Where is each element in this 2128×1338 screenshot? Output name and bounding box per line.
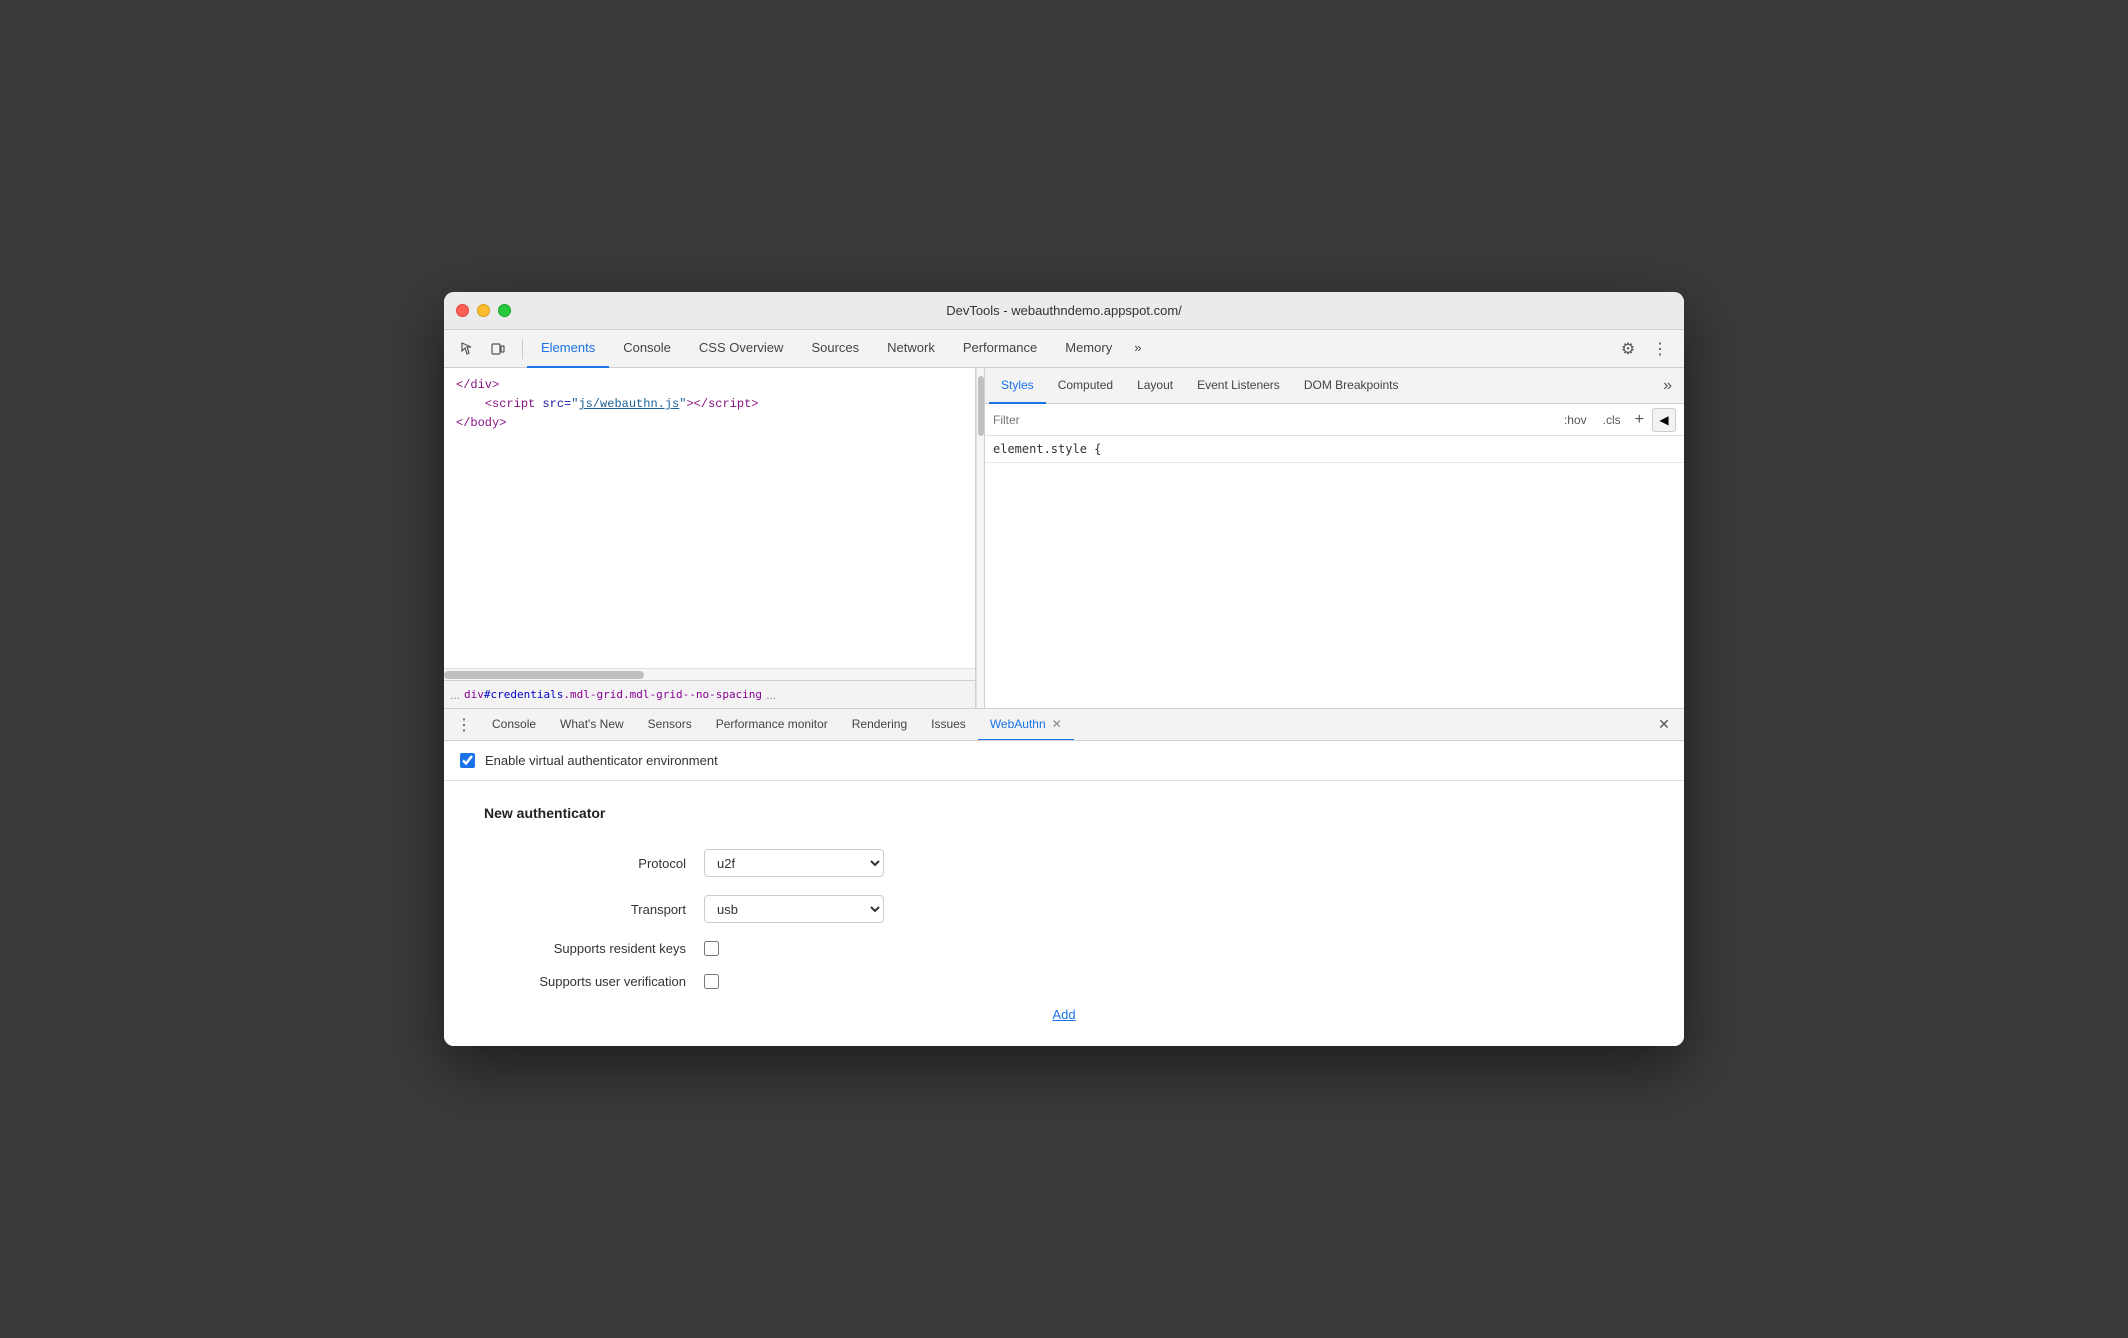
toolbar-right: ⚙ ⋮ xyxy=(1614,335,1680,363)
hov-button[interactable]: :hov xyxy=(1558,411,1593,429)
transport-row: Transport usb nfc ble internal xyxy=(484,895,1644,923)
devtools-window: DevTools - webauthndemo.appspot.com/ Ele… xyxy=(444,292,1684,1046)
drawer-tab-webauthn[interactable]: WebAuthn ✕ xyxy=(978,709,1074,741)
webauthn-panel: Enable virtual authenticator environment… xyxy=(444,741,1684,1046)
filter-actions: :hov .cls + ◀ xyxy=(1558,408,1676,432)
drawer-tab-sensors[interactable]: Sensors xyxy=(636,709,704,741)
right-panel-more-icon[interactable]: » xyxy=(1655,377,1680,395)
tab-layout[interactable]: Layout xyxy=(1125,368,1185,404)
drawer-tab-close-webauthn[interactable]: ✕ xyxy=(1052,717,1062,731)
protocol-label: Protocol xyxy=(484,856,704,871)
new-authenticator-section: New authenticator Protocol u2f ctap2 Tra… xyxy=(444,781,1684,1046)
user-verification-row: Supports user verification xyxy=(484,974,1644,989)
resident-keys-checkbox[interactable] xyxy=(704,941,719,956)
left-scrollbar-thumb xyxy=(978,376,984,436)
new-authenticator-title: New authenticator xyxy=(484,805,1644,821)
minimize-button[interactable] xyxy=(477,304,490,317)
traffic-lights xyxy=(456,304,511,317)
main-nav-tabs: Elements Console CSS Overview Sources Ne… xyxy=(527,330,1149,368)
bottom-drawer: ⋮ Console What's New Sensors Performance… xyxy=(444,708,1684,1046)
add-authenticator-button[interactable]: Add xyxy=(1052,1007,1075,1022)
right-panel: Styles Computed Layout Event Listeners D… xyxy=(985,368,1684,708)
resident-keys-label: Supports resident keys xyxy=(484,941,704,956)
dom-tree: </div> <script src="js/webauthn.js"></sc… xyxy=(444,368,975,668)
element-style-rule: element.style { xyxy=(985,436,1684,463)
tab-sources[interactable]: Sources xyxy=(797,330,873,368)
horizontal-scrollbar[interactable] xyxy=(444,668,975,680)
tab-console[interactable]: Console xyxy=(609,330,685,368)
tab-dom-breakpoints[interactable]: DOM Breakpoints xyxy=(1292,368,1411,404)
drawer-tab-console[interactable]: Console xyxy=(480,709,548,741)
tab-performance[interactable]: Performance xyxy=(949,330,1051,368)
left-vertical-scrollbar[interactable] xyxy=(976,368,984,708)
close-button[interactable] xyxy=(456,304,469,317)
breadcrumb-dots[interactable]: ... xyxy=(450,688,460,702)
customize-devtools-icon[interactable]: ⋮ xyxy=(1646,335,1674,363)
right-panel-tabs: Styles Computed Layout Event Listeners D… xyxy=(985,368,1684,404)
styles-filter-input[interactable] xyxy=(993,413,1550,427)
cls-button[interactable]: .cls xyxy=(1597,411,1627,429)
breadcrumb-more[interactable]: ... xyxy=(766,688,776,702)
tab-css-overview[interactable]: CSS Overview xyxy=(685,330,798,368)
toggle-sidebar-button[interactable]: ◀ xyxy=(1652,408,1676,432)
maximize-button[interactable] xyxy=(498,304,511,317)
drawer-tab-performance-monitor[interactable]: Performance monitor xyxy=(704,709,840,741)
enable-virtual-env-bar: Enable virtual authenticator environment xyxy=(444,741,1684,781)
enable-virtual-env-label: Enable virtual authenticator environment xyxy=(485,753,718,768)
drawer-close-button[interactable]: ✕ xyxy=(1656,713,1680,737)
tab-styles[interactable]: Styles xyxy=(989,368,1046,404)
titlebar: DevTools - webauthndemo.appspot.com/ xyxy=(444,292,1684,330)
protocol-select[interactable]: u2f ctap2 xyxy=(704,849,884,877)
drawer-tab-whats-new[interactable]: What's New xyxy=(548,709,636,741)
tab-elements[interactable]: Elements xyxy=(527,330,609,368)
inspect-element-icon[interactable] xyxy=(454,335,482,363)
styles-filter-bar: :hov .cls + ◀ xyxy=(985,404,1684,436)
scrollbar-thumb xyxy=(444,671,644,679)
tab-memory[interactable]: Memory xyxy=(1051,330,1126,368)
elements-panel: </div> <script src="js/webauthn.js"></sc… xyxy=(444,368,976,708)
panels-area: </div> <script src="js/webauthn.js"></sc… xyxy=(444,368,1684,708)
drawer-tab-bar: ⋮ Console What's New Sensors Performance… xyxy=(444,709,1684,741)
code-line-2: <script src="js/webauthn.js"></script> xyxy=(444,395,975,414)
add-style-rule-button[interactable]: + xyxy=(1631,411,1648,429)
protocol-row: Protocol u2f ctap2 xyxy=(484,849,1644,877)
toolbar-divider xyxy=(522,339,523,359)
drawer-tab-rendering[interactable]: Rendering xyxy=(840,709,919,741)
transport-select[interactable]: usb nfc ble internal xyxy=(704,895,884,923)
user-verification-checkbox[interactable] xyxy=(704,974,719,989)
drawer-menu-icon[interactable]: ⋮ xyxy=(448,715,480,735)
tab-more[interactable]: » xyxy=(1126,330,1149,368)
toolbar-icon-group xyxy=(448,335,518,363)
user-verification-label: Supports user verification xyxy=(484,974,704,989)
settings-icon[interactable]: ⚙ xyxy=(1614,335,1642,363)
add-button-row: Add xyxy=(484,1007,1644,1022)
main-toolbar: Elements Console CSS Overview Sources Ne… xyxy=(444,330,1684,368)
enable-virtual-env-checkbox[interactable] xyxy=(460,753,475,768)
script-link[interactable]: js/webauthn.js xyxy=(578,397,679,411)
tab-network[interactable]: Network xyxy=(873,330,949,368)
window-title: DevTools - webauthndemo.appspot.com/ xyxy=(946,303,1182,318)
breadcrumb-selector: div#credentials.mdl-grid.mdl-grid--no-sp… xyxy=(464,688,762,701)
code-line-1: </div> xyxy=(444,376,975,395)
left-panel-wrapper: </div> <script src="js/webauthn.js"></sc… xyxy=(444,368,985,708)
breadcrumb: ... div#credentials.mdl-grid.mdl-grid--n… xyxy=(444,680,975,708)
device-toolbar-icon[interactable] xyxy=(484,335,512,363)
tab-event-listeners[interactable]: Event Listeners xyxy=(1185,368,1292,404)
transport-label: Transport xyxy=(484,902,704,917)
resident-keys-row: Supports resident keys xyxy=(484,941,1644,956)
code-line-3: </body> xyxy=(444,414,975,433)
drawer-tab-issues[interactable]: Issues xyxy=(919,709,978,741)
tab-computed[interactable]: Computed xyxy=(1046,368,1125,404)
